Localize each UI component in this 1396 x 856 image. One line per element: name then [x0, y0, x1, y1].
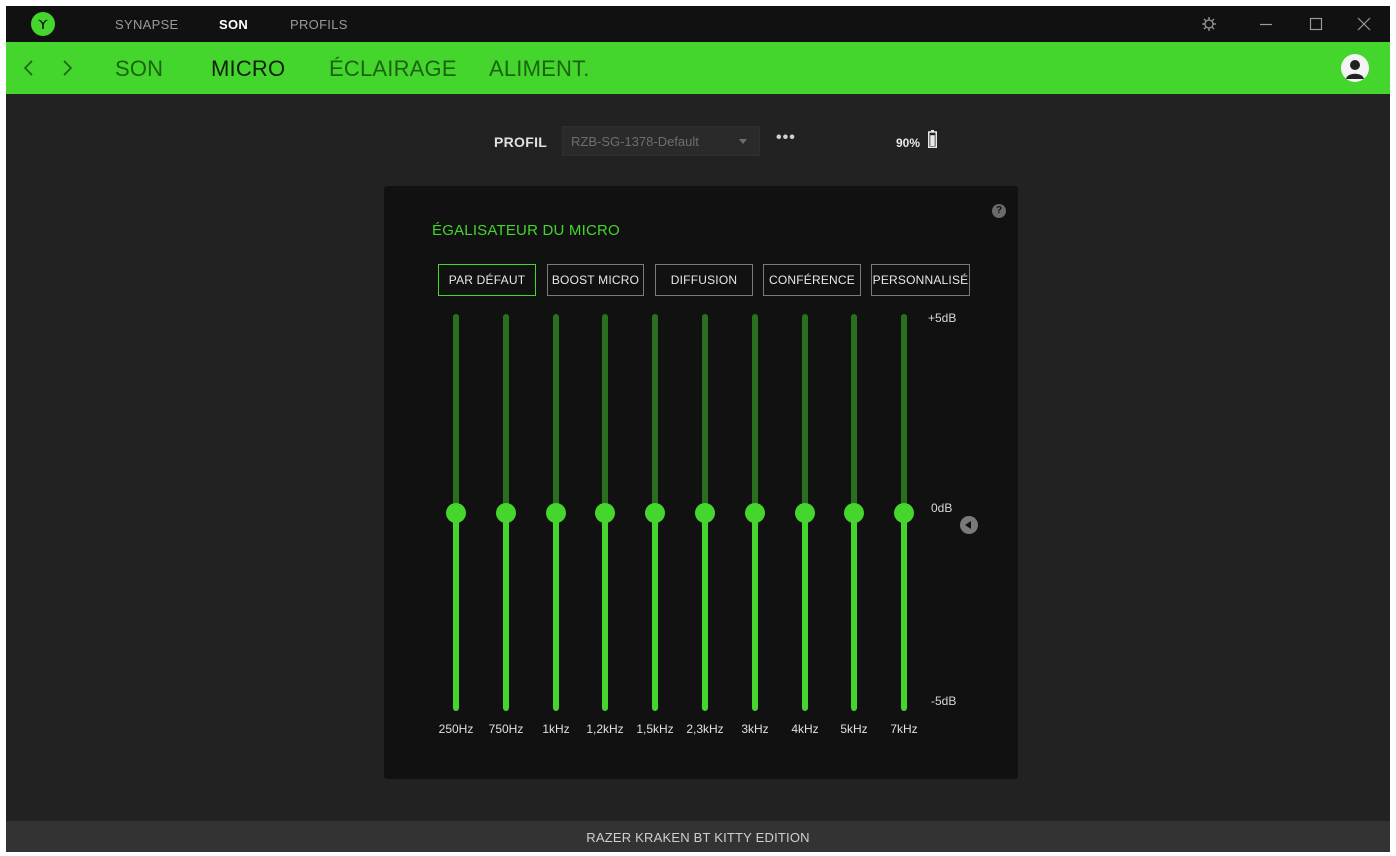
eq-slider-track-lower — [851, 513, 857, 711]
eq-slider-knob[interactable] — [496, 503, 516, 523]
eq-slider-track-upper — [503, 314, 509, 513]
tab-son[interactable]: SON — [219, 17, 248, 32]
back-arrow-icon[interactable] — [22, 58, 36, 78]
battery-percentage: 90% — [896, 136, 921, 150]
help-icon[interactable]: ? — [992, 204, 1006, 218]
eq-slider-2[interactable] — [496, 314, 516, 711]
preset-conference-button[interactable]: CONFÉRENCE — [763, 264, 861, 296]
settings-gear-icon[interactable] — [1199, 14, 1219, 34]
eq-slider-track-lower — [503, 513, 509, 711]
title-bar: SYNAPSE SON PROFILS — [6, 6, 1390, 42]
eq-slider-knob[interactable] — [446, 503, 466, 523]
maximize-icon[interactable] — [1306, 14, 1326, 34]
user-avatar-icon[interactable] — [1341, 54, 1369, 82]
eq-slider-track-upper — [602, 314, 608, 513]
eq-slider-knob[interactable] — [894, 503, 914, 523]
subtab-son[interactable]: SON — [115, 56, 163, 82]
eq-slider-knob[interactable] — [595, 503, 615, 523]
profile-dropdown[interactable]: RZB-SG-1378-Default — [562, 126, 760, 156]
profile-label: PROFIL — [494, 134, 548, 150]
collapse-scale-arrow-icon[interactable] — [960, 516, 978, 534]
eq-slider-track-upper — [802, 314, 808, 513]
eq-slider-track-lower — [702, 513, 708, 711]
chevron-down-icon — [739, 139, 747, 144]
sub-navigation: SON MICRO ÉCLAIRAGE ALIMENT. — [6, 42, 1390, 94]
eq-slider-track-lower — [901, 513, 907, 711]
preset-par-defaut-button[interactable]: PAR DÉFAUT — [438, 264, 536, 296]
eq-slider-track-lower — [553, 513, 559, 711]
eq-slider-knob[interactable] — [745, 503, 765, 523]
battery-icon — [928, 130, 937, 148]
eq-slider-knob[interactable] — [695, 503, 715, 523]
equalizer-title: ÉGALISATEUR DU MICRO — [432, 222, 620, 239]
scale-mid-label: 0dB — [931, 501, 953, 515]
razer-logo-icon[interactable] — [31, 12, 55, 36]
eq-slider-track-lower — [453, 513, 459, 711]
eq-slider-knob[interactable] — [645, 503, 665, 523]
eq-slider-4[interactable] — [595, 314, 615, 711]
scale-min-label: -5dB — [931, 694, 957, 708]
eq-slider-knob[interactable] — [795, 503, 815, 523]
tab-profils[interactable]: PROFILS — [290, 17, 348, 32]
eq-slider-1[interactable] — [446, 314, 466, 711]
eq-slider-track-lower — [752, 513, 758, 711]
subtab-micro[interactable]: MICRO — [211, 56, 285, 82]
eq-slider-3[interactable] — [546, 314, 566, 711]
eq-slider-track-lower — [652, 513, 658, 711]
eq-slider-9[interactable] — [844, 314, 864, 711]
eq-slider-knob[interactable] — [844, 503, 864, 523]
subtab-eclairage[interactable]: ÉCLAIRAGE — [329, 56, 457, 82]
device-name: RAZER KRAKEN BT KITTY EDITION — [586, 830, 810, 845]
tab-synapse[interactable]: SYNAPSE — [115, 17, 179, 32]
eq-frequency-label: 7kHz — [890, 722, 918, 736]
eq-slider-6[interactable] — [695, 314, 715, 711]
eq-slider-track-upper — [752, 314, 758, 513]
eq-slider-7[interactable] — [745, 314, 765, 711]
eq-slider-knob[interactable] — [546, 503, 566, 523]
preset-personnalise-button[interactable]: PERSONNALISÉ — [871, 264, 970, 296]
eq-slider-track-upper — [453, 314, 459, 513]
eq-slider-10[interactable] — [894, 314, 914, 711]
preset-boost-micro-button[interactable]: BOOST MICRO — [547, 264, 644, 296]
eq-slider-track-lower — [802, 513, 808, 711]
device-footer: RAZER KRAKEN BT KITTY EDITION — [6, 821, 1390, 852]
minimize-icon[interactable] — [1256, 14, 1276, 34]
forward-arrow-icon[interactable] — [60, 58, 74, 78]
scale-max-label: +5dB — [928, 311, 957, 325]
eq-slider-track-upper — [901, 314, 907, 513]
eq-slider-8[interactable] — [795, 314, 815, 711]
eq-slider-track-lower — [602, 513, 608, 711]
more-options-button[interactable]: ••• — [776, 130, 798, 148]
eq-slider-track-upper — [851, 314, 857, 513]
preset-diffusion-button[interactable]: DIFFUSION — [655, 264, 753, 296]
close-icon[interactable] — [1354, 14, 1374, 34]
mic-equalizer-panel: ? ÉGALISATEUR DU MICRO PAR DÉFAUT BOOST … — [384, 186, 1018, 779]
profile-dropdown-value: RZB-SG-1378-Default — [571, 134, 699, 149]
synapse-window: SYNAPSE SON PROFILS SON MICRO ÉCLAIRAGE … — [6, 6, 1390, 852]
eq-slider-track-upper — [652, 314, 658, 513]
subtab-aliment[interactable]: ALIMENT. — [489, 56, 590, 82]
eq-slider-5[interactable] — [645, 314, 665, 711]
eq-slider-track-upper — [702, 314, 708, 513]
eq-slider-track-upper — [553, 314, 559, 513]
